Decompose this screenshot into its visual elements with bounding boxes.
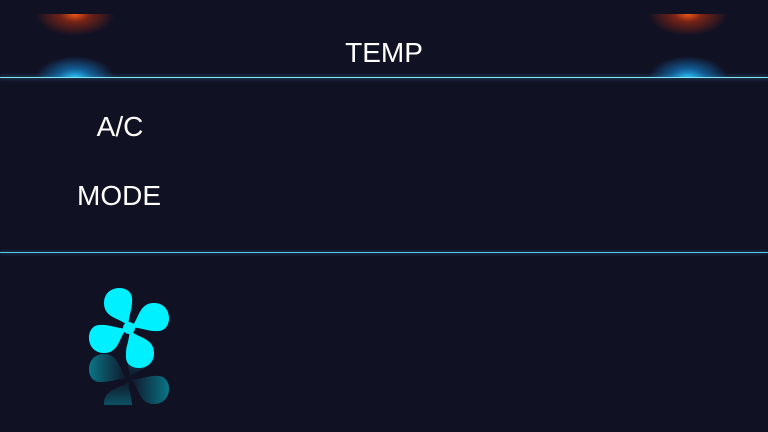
heat-indicator-glow-right: [648, 14, 728, 36]
ac-button[interactable]: A/C: [50, 110, 190, 144]
fan-button[interactable]: [82, 281, 178, 405]
fan-icon: [89, 287, 169, 405]
heat-indicator-glow-left: [35, 14, 115, 36]
bottom-divider: [0, 252, 768, 253]
top-divider: [0, 77, 768, 78]
temp-title: TEMP: [345, 37, 423, 68]
mode-button[interactable]: MODE: [49, 179, 189, 213]
